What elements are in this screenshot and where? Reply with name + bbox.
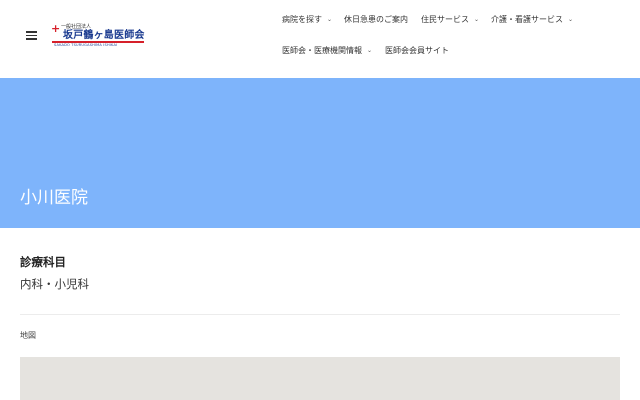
site-header: + 一般社団法人 坂戸鶴ヶ島医師会 SAKADO TSURUGASHIMA IS… bbox=[0, 0, 640, 78]
nav-item-label: 介護・看護サービス bbox=[491, 15, 563, 24]
nav-item-label: 休日急患のご案内 bbox=[344, 15, 408, 24]
nav-item-holiday-emergency[interactable]: 休日急患のご案内 bbox=[344, 15, 408, 25]
nav-item-find-hospital[interactable]: 病院を探す ⌄ bbox=[282, 15, 332, 26]
nav-item-member-site[interactable]: 医師会会員サイト bbox=[385, 46, 449, 56]
nav-item-label: 医師会会員サイト bbox=[385, 46, 449, 55]
site-logo[interactable]: + 一般社団法人 坂戸鶴ヶ島医師会 SAKADO TSURUGASHIMA IS… bbox=[51, 22, 147, 48]
chevron-down-icon: ⌄ bbox=[367, 47, 373, 54]
department-heading: 診療科目 bbox=[20, 255, 66, 269]
cross-icon: + bbox=[51, 22, 61, 35]
nav-item-label: 病院を探す bbox=[282, 15, 322, 24]
page-title: 小川医院 bbox=[20, 188, 88, 208]
nav-item-medical-association-info[interactable]: 医師会・医療機関情報 ⌄ bbox=[282, 46, 372, 57]
hamburger-menu-icon[interactable] bbox=[26, 31, 37, 40]
nav-item-care-nursing[interactable]: 介護・看護サービス ⌄ bbox=[491, 15, 573, 26]
nav-item-label: 医師会・医療機関情報 bbox=[282, 46, 362, 55]
logo-romanized: SAKADO TSURUGASHIMA ISHIKAI bbox=[54, 43, 118, 47]
nav-item-resident-services[interactable]: 住民サービス ⌄ bbox=[421, 15, 479, 26]
nav-item-label: 住民サービス bbox=[421, 15, 469, 24]
chevron-down-icon: ⌄ bbox=[568, 16, 574, 23]
department-value: 内科・小児科 bbox=[20, 277, 89, 291]
map-label: 地図 bbox=[20, 331, 36, 340]
chevron-down-icon: ⌄ bbox=[474, 16, 480, 23]
page-hero: 小川医院 bbox=[0, 78, 640, 228]
map-embed[interactable] bbox=[20, 357, 620, 400]
chevron-down-icon: ⌄ bbox=[327, 16, 333, 23]
divider bbox=[20, 314, 620, 315]
